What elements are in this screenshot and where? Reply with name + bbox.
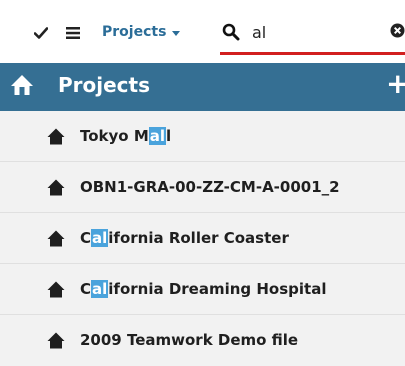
search-input[interactable] — [252, 21, 382, 43]
chevron-down-icon — [172, 30, 181, 36]
add-project-button[interactable]: + — [386, 70, 405, 98]
home-icon — [47, 179, 65, 195]
search-icon[interactable] — [222, 23, 240, 41]
menu-icon[interactable] — [66, 26, 80, 40]
search-match-highlight: al — [148, 127, 167, 145]
clear-icon[interactable] — [390, 23, 405, 38]
search-underline — [220, 52, 405, 55]
list-item[interactable]: OBN1-GRA-00-ZZ-CM-A-0001_2 — [0, 162, 405, 212]
page-title: Projects — [58, 73, 151, 97]
search-match-highlight: al — [91, 229, 109, 247]
list-item[interactable]: 2009 Teamwork Demo file — [0, 315, 405, 365]
list-item[interactable]: California Dreaming Hospital — [0, 264, 405, 314]
search-match-highlight: al — [91, 280, 109, 298]
home-icon — [47, 230, 65, 246]
home-icon — [47, 281, 65, 297]
project-name: California Dreaming Hospital — [80, 280, 327, 298]
list-item[interactable]: California Roller Coaster — [0, 213, 405, 263]
project-filter-dropdown[interactable]: Projects — [102, 21, 181, 43]
home-icon — [47, 128, 65, 144]
project-name: OBN1-GRA-00-ZZ-CM-A-0001_2 — [80, 178, 340, 196]
checkmark-icon[interactable] — [34, 26, 48, 40]
home-icon — [11, 75, 33, 95]
project-name: 2009 Teamwork Demo file — [80, 331, 299, 349]
app-window: Projects Projects + Tokyo Mall — [0, 0, 405, 366]
project-name: California Roller Coaster — [80, 229, 289, 247]
home-icon — [47, 332, 65, 348]
list-item[interactable]: Tokyo Mall — [0, 111, 405, 161]
project-name: Tokyo Mall — [80, 127, 172, 145]
project-filter-label: Projects — [102, 24, 167, 40]
toolbar: Projects — [0, 0, 405, 64]
